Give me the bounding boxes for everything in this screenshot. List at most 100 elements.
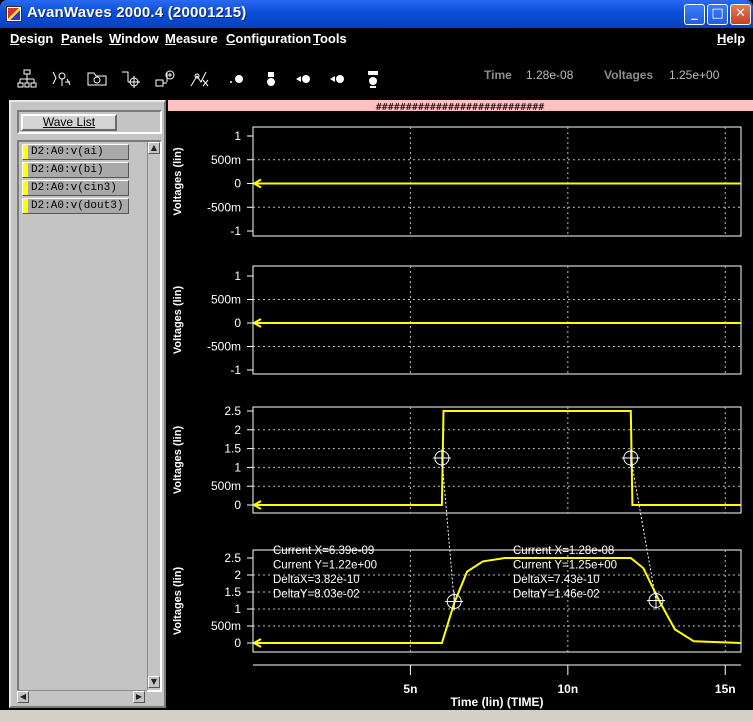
y-tick-label: 0 <box>234 636 241 650</box>
cursor-crosshair <box>621 449 640 467</box>
zoom-in-icon[interactable] <box>226 68 248 90</box>
menu-design[interactable]: Design <box>10 31 53 46</box>
wave-item-ai[interactable]: D2:A0:v(ai) <box>22 144 129 160</box>
y-axis-label: Voltages (lin) <box>172 426 184 495</box>
fit-icon[interactable] <box>362 68 384 90</box>
hierarchy-icon[interactable] <box>16 68 38 90</box>
plot-banner-text: ############################ <box>376 102 545 113</box>
wave-tree-icon[interactable] <box>50 68 72 90</box>
wave-color-swatch <box>23 163 28 177</box>
wave-item-bi[interactable]: D2:A0:v(bi) <box>22 162 129 178</box>
wave-color-swatch <box>23 145 28 159</box>
plot-panel-frame <box>252 265 742 375</box>
y-tick-label: 2 <box>234 568 241 582</box>
y-tick-label: 1.5 <box>224 442 241 456</box>
y-axis-label: Voltages (lin) <box>172 147 184 216</box>
waveform-chart[interactable]: ############################ 1 500m 0 -500m -… <box>168 100 753 710</box>
x-tick-label: 15n <box>715 682 736 696</box>
time-label: Time <box>484 68 512 82</box>
y-tick-label: 1.5 <box>224 585 241 599</box>
measurement-current-y: Current Y=1.22e+00 <box>273 560 377 572</box>
cursor-connector <box>630 457 657 601</box>
y-tick-label: -1 <box>230 224 241 238</box>
wave-list-header: Wave List <box>17 110 162 134</box>
y-tick-label: -1 <box>230 363 241 377</box>
y-tick-label: 500m <box>211 479 241 493</box>
wave-color-swatch <box>23 199 28 213</box>
y-tick-label: 2.5 <box>224 404 241 418</box>
waveform-plot-area[interactable]: ############################ 1 500m 0 -500m -… <box>168 100 753 710</box>
cursor-connector <box>441 457 455 602</box>
y-tick-label: 1 <box>234 602 241 616</box>
window-title: AvanWaves 2000.4 (20001215) <box>27 4 247 21</box>
y-tick-label: 1 <box>234 129 241 143</box>
y-tick-label: 500m <box>211 619 241 633</box>
measurement-current-x: Current X=1.28e-08 <box>513 545 614 557</box>
y-axis-label: Voltages (lin) <box>172 286 184 355</box>
y-tick-label: 500m <box>211 293 241 307</box>
wave-item-label: D2:A0:v(bi) <box>31 164 104 176</box>
menu-measure[interactable]: Measure <box>165 31 218 46</box>
y-tick-label: 0 <box>234 177 241 191</box>
measurement-delta-x: DeltaX=7.43e-10 <box>513 574 600 586</box>
measurement-delta-y: DeltaY=8.03e-02 <box>273 589 360 601</box>
menu-configuration[interactable]: Configuration <box>226 31 311 46</box>
menu-tools[interactable]: Tools <box>313 31 347 46</box>
y-tick-label: 500m <box>211 153 241 167</box>
y-tick-label: -500m <box>207 200 241 214</box>
wave-item-label: D2:A0:v(dout3) <box>31 200 124 212</box>
y-tick-label: 2.5 <box>224 551 241 565</box>
y-axis-label: Voltages (lin) <box>172 567 184 636</box>
zoom-out-icon[interactable] <box>262 68 284 90</box>
wave-list-button-label: Wave List <box>42 115 96 129</box>
x-tick-label: 10n <box>557 682 578 696</box>
x-tick-label: 5n <box>403 682 417 696</box>
y-tick-label: 1 <box>234 460 241 474</box>
menu-window[interactable]: Window <box>109 31 159 46</box>
wave-list-area: D2:A0:v(ai) D2:A0:v(bi) D2:A0:v(cin3) D2… <box>17 140 162 692</box>
menu-bar: Design Panels Window Measure Configurati… <box>0 28 753 50</box>
toolbar: Time 1.28e-08 Voltages 1.25e+00 <box>0 50 753 98</box>
close-button[interactable]: ✕ <box>730 4 751 25</box>
vertical-scrollbar[interactable]: ▲ ▼ <box>147 142 160 690</box>
avanwaves-app-icon[interactable] <box>6 6 22 22</box>
add-wave-icon[interactable] <box>154 68 176 90</box>
voltages-value: 1.25e+00 <box>669 68 720 82</box>
scroll-down-icon[interactable]: ▼ <box>148 676 160 688</box>
measurement-delta-x: DeltaX=3.82e-10 <box>273 574 360 586</box>
scroll-left-icon[interactable]: ◀ <box>17 691 29 703</box>
pan-left-icon[interactable] <box>294 68 316 90</box>
pan-right-icon[interactable] <box>328 68 350 90</box>
horizontal-scrollbar[interactable]: ◀ ▶ <box>17 690 147 703</box>
open-design-icon[interactable] <box>86 68 108 90</box>
wave-list-panel: Wave List D2:A0:v(ai) D2:A0:v(bi) D2:A0:… <box>9 100 166 708</box>
measure-icon[interactable] <box>188 68 210 90</box>
y-tick-label: 2 <box>234 423 241 437</box>
y-tick-label: 0 <box>234 498 241 512</box>
maximize-button[interactable]: □ <box>707 4 728 25</box>
menu-help[interactable]: Help <box>717 31 745 46</box>
time-value: 1.28e-08 <box>526 68 574 82</box>
minimize-button[interactable]: _ <box>684 4 705 25</box>
wave-item-cin3[interactable]: D2:A0:v(cin3) <box>22 180 129 196</box>
y-tick-label: 0 <box>234 316 241 330</box>
wave-item-label: D2:A0:v(cin3) <box>31 182 117 194</box>
plot-panel-frame <box>252 126 742 237</box>
menu-panels[interactable]: Panels <box>61 31 103 46</box>
y-tick-label: 1 <box>234 269 241 283</box>
cursor-crosshair <box>432 449 451 467</box>
measurement-current-y: Current Y=1.25e+00 <box>513 560 617 572</box>
plot-panel-frame <box>252 406 742 514</box>
wave-color-swatch <box>23 181 28 195</box>
voltages-label: Voltages <box>604 68 654 82</box>
measurement-current-x: Current X=6.39e-09 <box>273 545 374 557</box>
scroll-up-icon[interactable]: ▲ <box>148 142 160 154</box>
wave-trace-d2-a0-v-cin3- <box>253 410 741 506</box>
y-tick-label: -500m <box>207 340 241 354</box>
wave-item-dout3[interactable]: D2:A0:v(dout3) <box>22 198 129 214</box>
cursor-cross-icon[interactable] <box>120 68 142 90</box>
wave-item-label: D2:A0:v(ai) <box>31 146 104 158</box>
title-bar[interactable]: AvanWaves 2000.4 (20001215) _ □ ✕ <box>0 0 753 28</box>
scroll-right-icon[interactable]: ▶ <box>133 691 145 703</box>
wave-list-button[interactable]: Wave List <box>21 114 117 131</box>
